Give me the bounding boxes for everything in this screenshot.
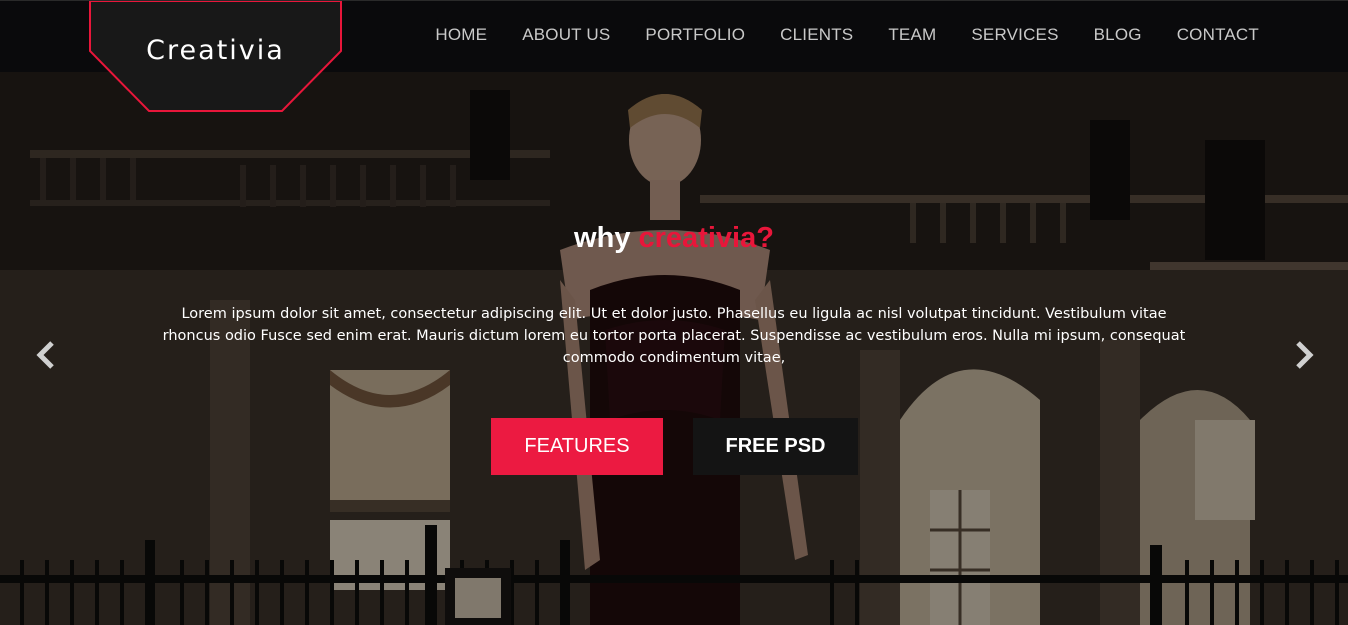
main-nav: HOME ABOUT US PORTFOLIO CLIENTS TEAM SER… [400,25,1259,45]
carousel-next-button[interactable] [1292,340,1316,370]
top-navbar: Creativia HOME ABOUT US PORTFOLIO CLIENT… [0,0,1348,112]
chevron-right-icon [1296,341,1314,369]
carousel-prev-button[interactable] [34,340,58,370]
features-button[interactable]: FEATURES [491,418,663,475]
nav-item-about-us[interactable]: ABOUT US [522,25,610,45]
hero-paragraph: Lorem ipsum dolor sit amet, consectetur … [162,306,1186,366]
headline-lead: why [574,222,631,254]
nav-item-contact[interactable]: CONTACT [1177,25,1259,45]
brand-name: Creativia [146,35,285,66]
headline-accent: creativia? [638,222,774,254]
nav-item-portfolio[interactable]: PORTFOLIO [645,25,745,45]
nav-item-services[interactable]: SERVICES [971,25,1058,45]
free-psd-button[interactable]: FREE PSD [693,418,858,475]
chevron-left-icon [36,341,54,369]
nav-item-clients[interactable]: CLIENTS [780,25,853,45]
nav-item-team[interactable]: TEAM [888,25,936,45]
hero-headline: why creativia? [0,222,1348,255]
brand-logo[interactable]: Creativia [89,1,342,113]
nav-item-blog[interactable]: BLOG [1094,25,1142,45]
nav-item-home[interactable]: HOME [435,25,487,45]
